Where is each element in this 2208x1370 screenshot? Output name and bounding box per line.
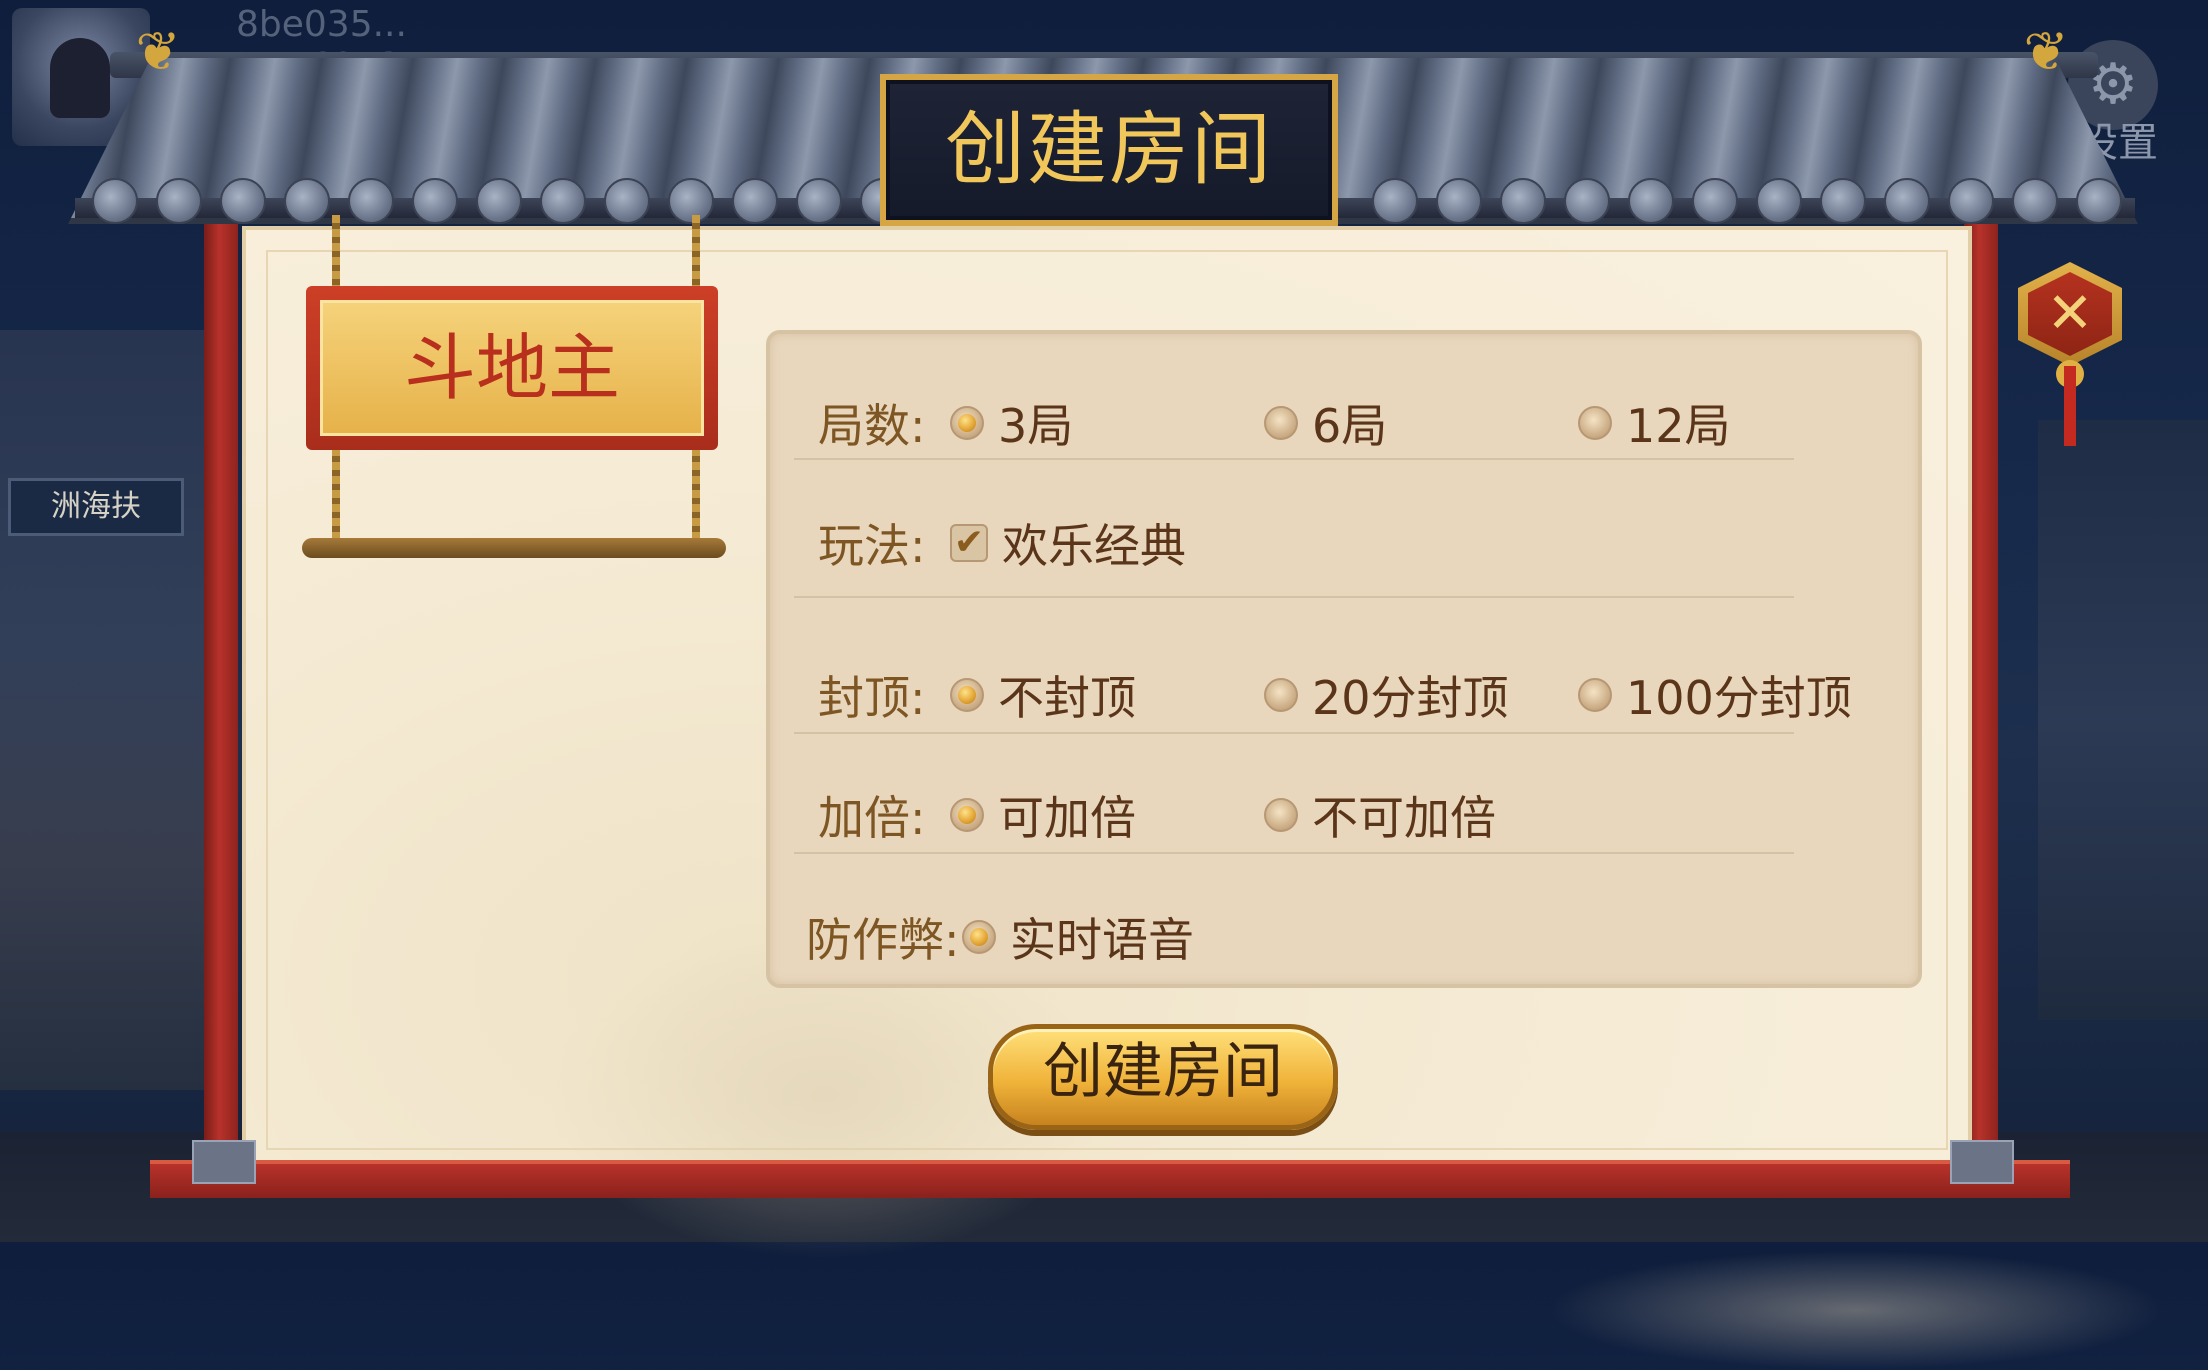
radio-icon (1264, 678, 1298, 712)
roof-tile-cap (1692, 178, 1738, 224)
radio-icon (1264, 798, 1298, 832)
roof-tile-cap (2076, 178, 2122, 224)
sign-rope-upper-right (692, 215, 700, 295)
option-no-double[interactable]: 不可加倍 (1264, 782, 1496, 848)
double-label: 加倍: (818, 791, 926, 845)
mountain-ink-painting (1546, 1250, 2166, 1370)
roof-tile-cap (604, 178, 650, 224)
roof-ornament-left-icon: ❦ (135, 20, 181, 83)
option-12-rounds[interactable]: 12局 (1578, 390, 1731, 456)
roof-tile-cap (1500, 178, 1546, 224)
option-20-cap[interactable]: 20分封顶 (1264, 662, 1509, 728)
roof-tile-cap (2012, 178, 2058, 224)
option-label: 100分封顶 (1626, 671, 1852, 725)
mode-label: 玩法: (818, 519, 926, 573)
option-label: 3局 (998, 399, 1074, 453)
option-3-rounds[interactable]: 3局 (950, 390, 1073, 456)
radio-icon (1578, 678, 1612, 712)
radio-icon (950, 678, 984, 712)
row-divider (794, 458, 1794, 460)
roof-tile-cap (1564, 178, 1610, 224)
title-plaque: 创建房间 (880, 74, 1338, 226)
roof-tile-cap (476, 178, 522, 224)
option-label: 欢乐经典 (1002, 519, 1186, 573)
radio-icon (950, 798, 984, 832)
roof-tile-cap (1948, 178, 1994, 224)
option-no-cap[interactable]: 不封顶 (950, 662, 1136, 728)
background-street-left (0, 330, 210, 1090)
game-name-sign: 斗地主 (306, 286, 718, 450)
roof-ornament-right-icon: ❦ (2023, 20, 2069, 83)
base-beam (150, 1160, 2070, 1198)
sign-rope-lower-left (332, 448, 340, 544)
option-voice-chat[interactable]: 实时语音 (962, 904, 1194, 970)
option-label: 可加倍 (998, 791, 1136, 845)
sign-hang-bar (302, 538, 726, 558)
row-divider (794, 852, 1794, 854)
rounds-label: 局数: (818, 399, 926, 453)
roof-tile-cap (348, 178, 394, 224)
option-classic-mode[interactable]: ✔ 欢乐经典 (950, 510, 1186, 576)
roof-tile-cap (1884, 178, 1930, 224)
option-label: 不封顶 (998, 671, 1136, 725)
close-button[interactable]: ✕ (2018, 262, 2122, 366)
close-icon: ✕ (2028, 272, 2112, 356)
pillar-base-left (192, 1140, 256, 1184)
roof-tile-cap (92, 178, 138, 224)
pillar-base-right (1950, 1140, 2014, 1184)
sign-rope-lower-right (692, 448, 700, 544)
roof-tile-cap (796, 178, 842, 224)
roof-tile-cap (668, 178, 714, 224)
roof-tile-cap (1820, 178, 1866, 224)
radio-icon (1264, 406, 1298, 440)
roof-tile-cap (1372, 178, 1418, 224)
tassel (2064, 366, 2076, 446)
create-room-button[interactable]: 创建房间 (988, 1024, 1338, 1130)
radio-icon (1578, 406, 1612, 440)
option-label: 不可加倍 (1312, 791, 1496, 845)
roof-tile-cap (1628, 178, 1674, 224)
roof-tile-cap (220, 178, 266, 224)
dialog-title: 创建房间 (945, 103, 1273, 196)
options-panel: 局数: 3局 6局 12局 玩法: ✔ 欢乐经典 封顶: 不封顶 20分封顶 1… (766, 330, 1922, 988)
roof-tile-cap (732, 178, 778, 224)
sign-rope-upper-left (332, 215, 340, 295)
anticheat-label: 防作弊: (806, 913, 960, 967)
row-divider (794, 596, 1794, 598)
roof-tile-cap (156, 178, 202, 224)
option-label: 实时语音 (1010, 913, 1194, 967)
background-shop-sign: 洲海扶 (8, 478, 184, 536)
roof-tile-cap (284, 178, 330, 224)
cap-label: 封顶: (818, 671, 926, 725)
roof-tile-cap (412, 178, 458, 224)
background-pavilion-right (2038, 420, 2208, 1020)
game-name: 斗地主 (320, 300, 704, 436)
radio-icon (950, 406, 984, 440)
option-label: 6局 (1312, 399, 1388, 453)
roof-tile-cap (1756, 178, 1802, 224)
left-pillar (204, 215, 238, 1175)
option-6-rounds[interactable]: 6局 (1264, 390, 1387, 456)
option-allow-double[interactable]: 可加倍 (950, 782, 1136, 848)
roof-tile-cap (1436, 178, 1482, 224)
username: 8be035... (236, 4, 407, 45)
row-divider (794, 732, 1794, 734)
option-100-cap[interactable]: 100分封顶 (1578, 662, 1852, 728)
option-label: 12局 (1626, 399, 1731, 453)
radio-icon (962, 920, 996, 954)
checkmark-icon: ✔ (950, 524, 988, 562)
roof-tile-cap (540, 178, 586, 224)
option-label: 20分封顶 (1312, 671, 1509, 725)
